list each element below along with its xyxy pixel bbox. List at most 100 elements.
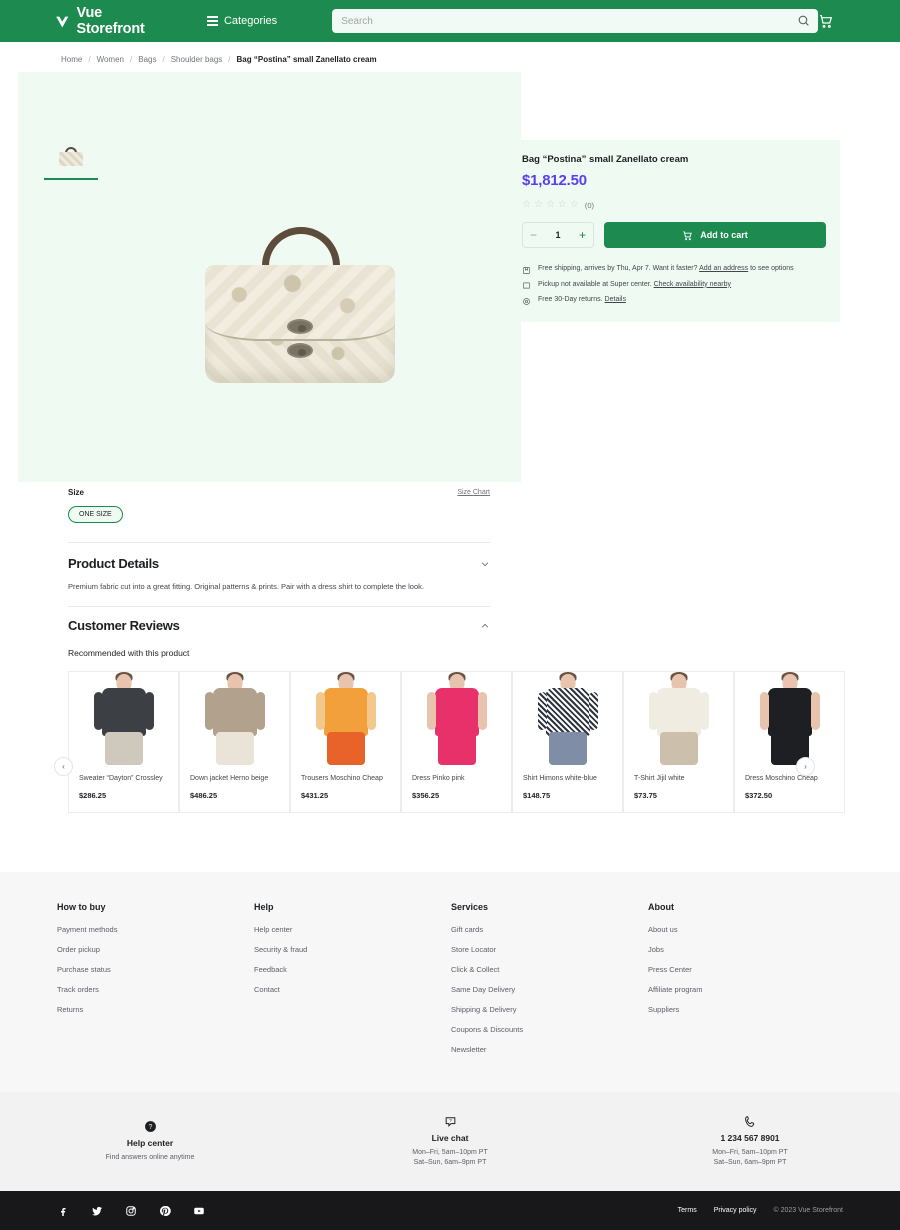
accordion-product-details-header[interactable]: Product Details: [68, 542, 490, 581]
size-chart-link[interactable]: Size Chart: [457, 489, 490, 496]
rating-count: (0): [584, 200, 595, 210]
quantity-increase-button[interactable]: +: [579, 229, 586, 241]
terms-link[interactable]: Terms: [678, 1207, 697, 1214]
footer-link[interactable]: Press Center: [648, 965, 845, 974]
check-availability-link[interactable]: Check availability nearby: [654, 281, 731, 288]
product-card[interactable]: Down jacket Herno beige $486.25: [179, 671, 290, 814]
returns-icon: [523, 297, 530, 305]
footer-link[interactable]: Returns: [57, 1005, 254, 1014]
footer-link[interactable]: Payment methods: [57, 925, 254, 934]
footer-link[interactable]: Contact: [254, 985, 451, 994]
footer-link[interactable]: Same Day Delivery: [451, 985, 648, 994]
footer-column-heading: About: [648, 902, 674, 912]
model-figure: [735, 672, 844, 765]
product-card[interactable]: Shirt Himons white-blue $148.75: [512, 671, 623, 814]
product-title: Bag “Postina” small Zanellato cream: [522, 154, 689, 165]
product-card[interactable]: Trousers Moschino Cheap $431.25: [290, 671, 401, 814]
returns-text: Free 30-Day returns. Details: [538, 296, 626, 303]
contact-title: 1 234 567 8901: [720, 1132, 780, 1143]
model-figure: [624, 672, 733, 765]
shipping-box-icon: [523, 266, 530, 274]
product-card-image: [291, 672, 400, 765]
product-card-image: [402, 672, 511, 765]
footer-link[interactable]: Security & fraud: [254, 945, 451, 954]
footer-link[interactable]: Track orders: [57, 985, 254, 994]
site-logo[interactable]: Vue Storefront: [55, 5, 171, 37]
product-card[interactable]: Dress Moschino Cheap $372.50: [734, 671, 845, 814]
contact-hours-weekend: Sat–Sun, 6am–9pm PT: [413, 1159, 487, 1166]
footer-column-heading: Help: [254, 902, 274, 912]
star-icon[interactable]: ☆: [570, 200, 579, 210]
star-icon[interactable]: ☆: [558, 200, 567, 210]
contact-sub: Find answers online anytime: [105, 1153, 195, 1161]
product-card[interactable]: Dress Pinko pink $356.25: [401, 671, 512, 814]
star-icon[interactable]: ☆: [534, 200, 543, 210]
handbag-illustration: [200, 226, 400, 392]
cart-button[interactable]: [818, 13, 834, 29]
product-card-image: [69, 672, 178, 765]
breadcrumb-item-women[interactable]: Women: [97, 55, 124, 64]
breadcrumb-item-shoulder-bags[interactable]: Shoulder bags: [171, 55, 223, 64]
footer-link[interactable]: Shipping & Delivery: [451, 1005, 648, 1014]
size-option-one-size[interactable]: ONE SIZE: [68, 506, 123, 523]
footer-link[interactable]: Purchase status: [57, 965, 254, 974]
shipping-text: Free shipping, arrives by Thu, Apr 7. Wa…: [538, 265, 794, 272]
footer-link[interactable]: Gift cards: [451, 925, 648, 934]
breadcrumb-item-bags[interactable]: Bags: [138, 55, 156, 64]
product-card-price: $372.50: [745, 791, 773, 801]
footer-link[interactable]: Click & Collect: [451, 965, 648, 974]
svg-text:?: ?: [148, 1124, 152, 1131]
youtube-icon[interactable]: [193, 1205, 205, 1217]
breadcrumb-separator: /: [130, 55, 133, 64]
rating[interactable]: ☆ ☆ ☆ ☆ ☆ (0): [522, 200, 826, 210]
footer-link[interactable]: Newsletter: [451, 1045, 648, 1054]
returns-details-link[interactable]: Details: [605, 296, 626, 303]
buy-row: − 1 + Add to cart: [522, 222, 826, 248]
footer-link[interactable]: Jobs: [648, 945, 845, 954]
contact-live-chat[interactable]: ? Live chat Mon–Fri, 5am–10pm PT Sat–Sun…: [300, 1092, 600, 1191]
product-card-price: $148.75: [523, 791, 551, 801]
model-figure: [402, 672, 511, 765]
footer-link[interactable]: Affiliate program: [648, 985, 845, 994]
footer-link[interactable]: Help center: [254, 925, 451, 934]
facebook-icon[interactable]: [57, 1205, 69, 1217]
footer-link[interactable]: Order pickup: [57, 945, 254, 954]
instagram-icon[interactable]: [125, 1205, 137, 1217]
accordion-customer-reviews-header[interactable]: Customer Reviews: [68, 604, 490, 643]
add-an-address-link[interactable]: Add an address: [699, 265, 748, 272]
privacy-policy-link[interactable]: Privacy policy: [714, 1207, 757, 1214]
twitter-icon[interactable]: [91, 1205, 103, 1217]
add-to-cart-button[interactable]: Add to cart: [604, 222, 826, 248]
star-icon[interactable]: ☆: [522, 200, 531, 210]
footer-column-heading: How to buy: [57, 902, 106, 912]
product-card[interactable]: Sweater “Dayton” Crossley $286.25: [68, 671, 179, 814]
breadcrumb-separator: /: [228, 55, 231, 64]
breadcrumb-item-home[interactable]: Home: [61, 55, 82, 64]
categories-menu-button[interactable]: Categories: [206, 15, 277, 27]
accordion-product-details-body: Premium fabric cut into a great fitting.…: [68, 582, 424, 591]
footer-link[interactable]: Feedback: [254, 965, 451, 974]
contact-phone[interactable]: 1 234 567 8901 Mon–Fri, 5am–10pm PT Sat–…: [600, 1092, 900, 1191]
size-label: Size: [68, 488, 85, 497]
product-card-info: Sweater “Dayton” Crossley $286.25: [69, 765, 178, 812]
pinterest-icon[interactable]: [159, 1205, 171, 1217]
model-figure: [291, 672, 400, 765]
contact-help-center[interactable]: ? Help center Find answers online anytim…: [0, 1092, 300, 1191]
footer-link[interactable]: Store Locator: [451, 945, 648, 954]
star-icon[interactable]: ☆: [546, 200, 555, 210]
footer-link[interactable]: About us: [648, 925, 845, 934]
footer-column-about: About About us Jobs Press Center Affilia…: [648, 902, 845, 1065]
footer-link[interactable]: Suppliers: [648, 1005, 845, 1014]
quantity-decrease-button[interactable]: −: [530, 229, 537, 241]
footer-link[interactable]: Coupons & Discounts: [451, 1025, 648, 1034]
svg-text:?: ?: [449, 1118, 452, 1124]
carousel-prev-button[interactable]: ‹: [54, 757, 73, 776]
thumbnail-1[interactable]: [44, 136, 98, 180]
product-hero-image[interactable]: [95, 159, 505, 459]
shipping-text-tail: to see options: [750, 265, 794, 272]
carousel-next-button[interactable]: ›: [796, 757, 815, 776]
pickup-text-main: Pickup not available at Super center.: [538, 280, 652, 288]
search-icon[interactable]: [797, 14, 810, 27]
product-card[interactable]: T-Shirt Jijil white $73.75: [623, 671, 734, 814]
search-input[interactable]: [332, 9, 818, 33]
